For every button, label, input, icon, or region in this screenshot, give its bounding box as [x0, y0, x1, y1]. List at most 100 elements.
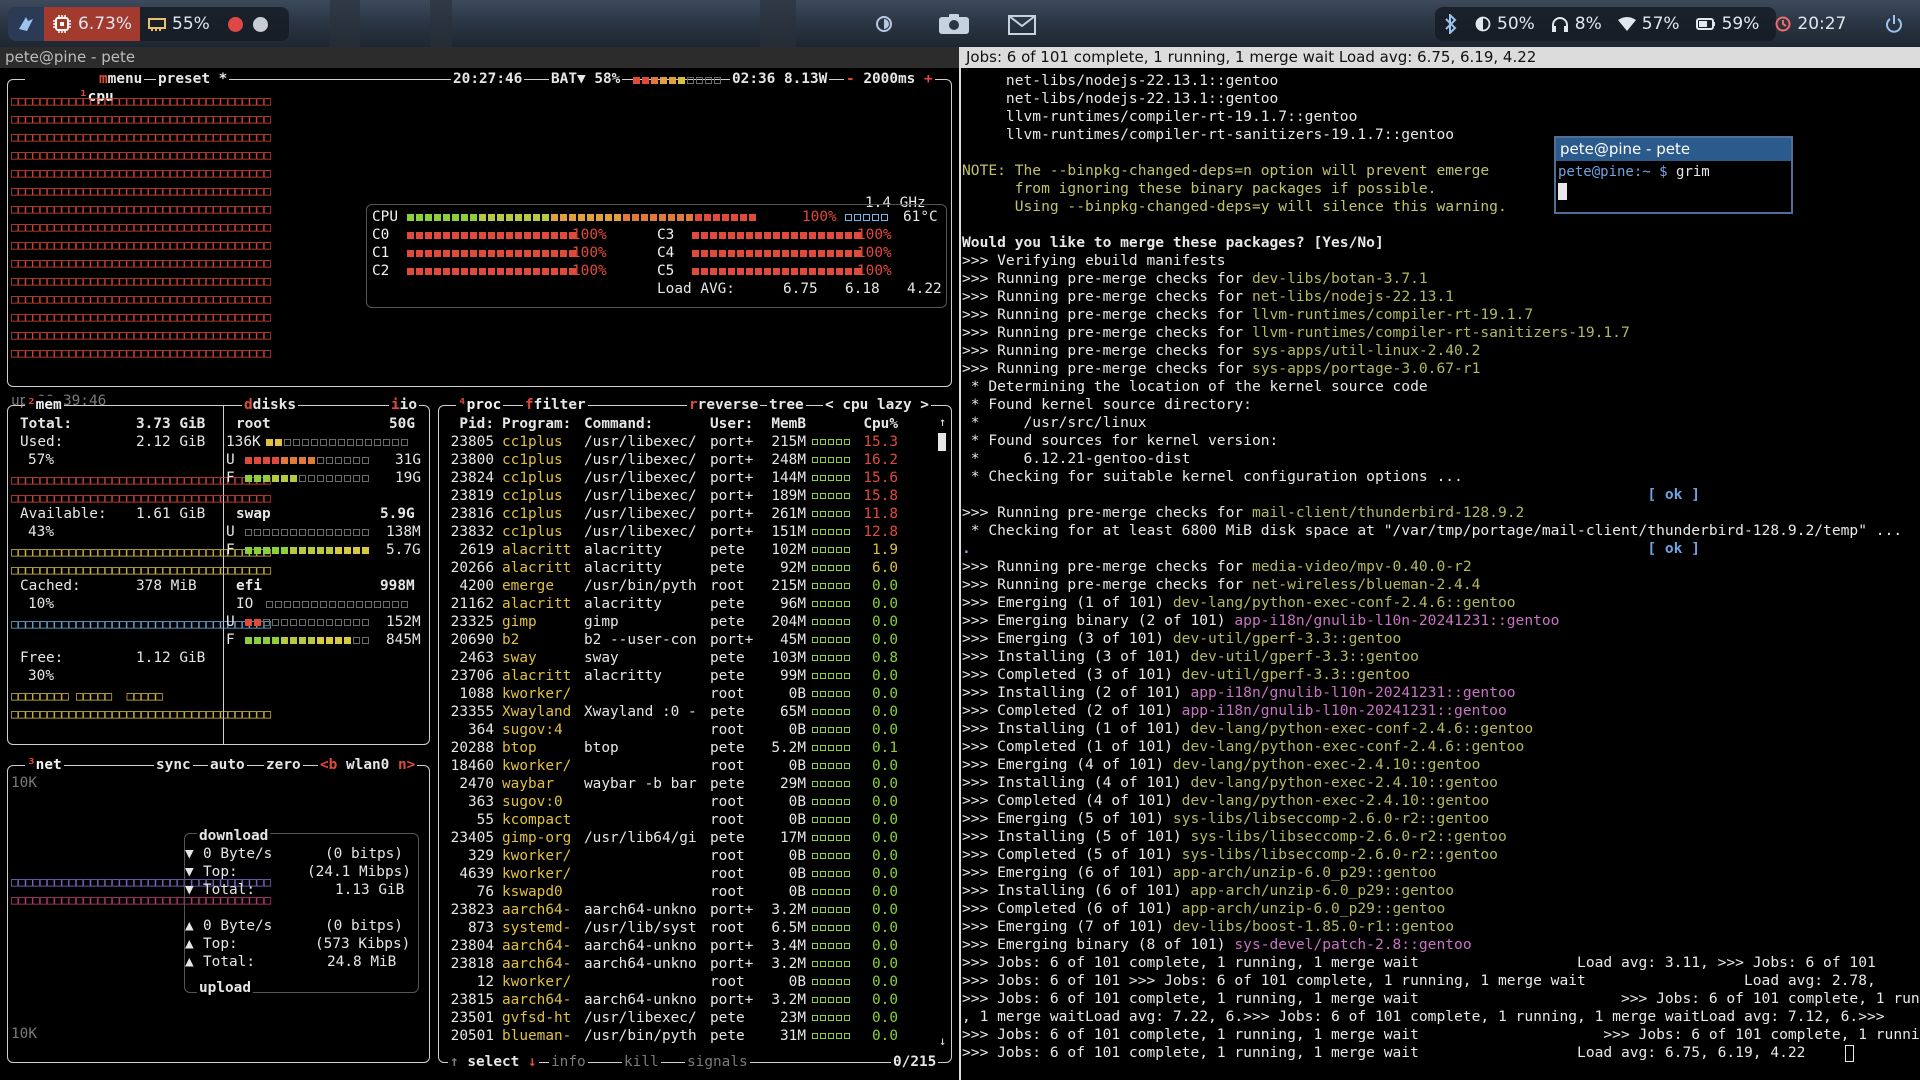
- meter-cell: [820, 493, 826, 499]
- disks-tab[interactable]: ddisks: [242, 396, 298, 414]
- proc-reverse-toggle[interactable]: rreverse: [687, 396, 761, 414]
- table-row[interactable]: 23405 gimp-org/usr/lib64/gi pete 17M 0.0: [444, 829, 898, 847]
- table-row[interactable]: 364 sugov:4 root 0B 0.0: [444, 721, 898, 739]
- table-row[interactable]: 23832 cc1plus/usr/libexec/port+ 151M 12.8: [444, 523, 898, 541]
- cpu-module[interactable]: 6.73%: [44, 7, 141, 41]
- table-row[interactable]: 2463 sway sway pete 103M 0.8: [444, 649, 898, 667]
- table-row[interactable]: 20266 alacritt alacritty pete 92M 6.0: [444, 559, 898, 577]
- table-row[interactable]: 363 sugov:0 root 0B 0.0: [444, 793, 898, 811]
- table-row[interactable]: 23819 cc1plus/usr/libexec/port+ 189M 15.8: [444, 487, 898, 505]
- meter-cell: [293, 600, 300, 608]
- col-command[interactable]: Command:: [584, 415, 710, 433]
- table-row[interactable]: 18460 kworker/root 0B 0.0: [444, 757, 898, 775]
- proc-filter[interactable]: ffilter: [523, 396, 588, 414]
- launcher-button[interactable]: [8, 7, 44, 41]
- table-row[interactable]: 2619 alacritt alacritty pete 102M 1.9: [444, 541, 898, 559]
- table-row[interactable]: 21162 alacritt alacritty pete 96M 0.0: [444, 595, 898, 613]
- proc-scrollbar[interactable]: [938, 433, 946, 451]
- table-row[interactable]: 23805 cc1plus/usr/libexec/port+ 215M 15.3: [444, 433, 898, 451]
- net-sync-toggle[interactable]: sync: [154, 756, 193, 774]
- table-row[interactable]: 23325 gimp gimp pete 204M 0.0: [444, 613, 898, 631]
- net-zero-toggle[interactable]: zero: [264, 756, 303, 774]
- preset-tab[interactable]: preset *: [156, 70, 230, 88]
- table-row[interactable]: 55 kcompact root 0B 0.0: [444, 811, 898, 829]
- proc-pid: 23832: [450, 524, 494, 540]
- net-auto-toggle[interactable]: auto: [208, 756, 247, 774]
- table-row[interactable]: 20690 b2 b2 --user-con port+ 45M 0.0: [444, 631, 898, 649]
- terminal-cursor: [1845, 1045, 1854, 1062]
- menu-tab[interactable]: mmenu: [97, 70, 145, 88]
- table-row[interactable]: 23800 cc1plus/usr/libexec/port+ 248M 16.2: [444, 451, 898, 469]
- col-pid[interactable]: Pid:: [444, 415, 502, 433]
- net-tab[interactable]: net: [36, 757, 62, 773]
- table-row[interactable]: 23804 aarch64- aarch64-unkno port+ 3.4M 0.0: [444, 937, 898, 955]
- net-prev-iface[interactable]: <b: [320, 757, 337, 773]
- power-icon[interactable]: [1884, 14, 1904, 34]
- table-row[interactable]: 12 kworker/root 0B 0.0: [444, 973, 898, 991]
- idle-inhibitor-icon[interactable]: [875, 15, 893, 33]
- table-row[interactable]: 23823 aarch64- aarch64-unkno port+ 3.2M 0.0: [444, 901, 898, 919]
- net-auto-label: auto: [210, 757, 245, 773]
- meter-cell: [820, 745, 826, 751]
- screenshot-icon[interactable]: [938, 13, 970, 35]
- mem-tab[interactable]: mem: [36, 397, 62, 413]
- table-row[interactable]: 23815 aarch64- aarch64-unkno port+ 3.2M 0.0: [444, 991, 898, 1009]
- proc-sort-selector[interactable]: < cpu lazy >: [823, 396, 931, 414]
- net-iface-selector[interactable]: <b wlan0 n>: [318, 756, 418, 774]
- table-row[interactable]: 2470 waybar waybar -b bar pete 29M 0.0: [444, 775, 898, 793]
- proc-footer-info[interactable]: info: [549, 1053, 588, 1071]
- proc-cpu: 0.0: [872, 884, 898, 900]
- col-program[interactable]: Program:: [502, 415, 584, 433]
- net-next-iface[interactable]: n>: [398, 757, 415, 773]
- table-row[interactable]: 1088 kworker/root 0B 0.0: [444, 685, 898, 703]
- wallpaper-strip: [430, 0, 452, 49]
- floating-terminal-line[interactable]: pete@pine:~ $ grim: [1558, 163, 1710, 181]
- table-row[interactable]: 23818 aarch64- aarch64-unkno port+ 3.2M 0.0: [444, 955, 898, 973]
- table-row[interactable]: 23355 Xwayland Xwayland :0 - pete 65M 0.0: [444, 703, 898, 721]
- proc-tab[interactable]: proc: [467, 397, 502, 413]
- memory-module[interactable]: 55%: [140, 7, 218, 41]
- meter-cell: [533, 213, 540, 221]
- interval-increase[interactable]: +: [924, 71, 933, 87]
- col-cpu[interactable]: Cpu%: [858, 415, 898, 433]
- package-name: dev-lang/python-exec-conf-2.4.6::gentoo: [1172, 594, 1516, 611]
- table-row[interactable]: 20501 blueman- /usr/bin/pyth pete 31M 0.0: [444, 1027, 898, 1045]
- clock-module[interactable]: 20:27: [1767, 7, 1854, 41]
- proc-footer-kill[interactable]: kill: [622, 1053, 661, 1071]
- table-row[interactable]: 23706 alacritt alacritty pete 99M 0.0: [444, 667, 898, 685]
- meter-cell: [782, 231, 789, 239]
- proc-footer-signals[interactable]: signals: [685, 1053, 750, 1071]
- core-pct: 100%: [572, 227, 607, 243]
- floating-terminal[interactable]: pete@pine - pete pete@pine:~ $ grim: [1554, 136, 1793, 214]
- table-row[interactable]: 76 kswapd0 root 0B 0.0: [444, 883, 898, 901]
- table-row[interactable]: 329 kworker/root 0B 0.0: [444, 847, 898, 865]
- wifi-module[interactable]: 57%: [1610, 7, 1688, 41]
- recording-dot-icon[interactable]: [227, 16, 243, 32]
- table-row[interactable]: 4200 emerge/usr/bin/pyth root 215M 0.0: [444, 577, 898, 595]
- battery-module[interactable]: 59%: [1688, 7, 1768, 41]
- table-row[interactable]: 23824 cc1plus/usr/libexec/port+ 144M 15.6: [444, 469, 898, 487]
- table-row[interactable]: 4639 kworker/root 0B 0.0: [444, 865, 898, 883]
- btop-window[interactable]: pete@pine - pete ¹cpu mmenu preset * 20:…: [0, 47, 959, 1080]
- meter-cell: [347, 600, 354, 608]
- table-row[interactable]: 23816 cc1plus/usr/libexec/port+ 261M 11.8: [444, 505, 898, 523]
- col-user[interactable]: User:: [710, 415, 762, 433]
- meter-cell: [263, 636, 270, 644]
- cpu-graph-row: □□□□□□□□□□□□□□□□□□□□□□□□□□□□□□□□□□□□: [11, 166, 272, 180]
- proc-scroll-down-icon[interactable]: ↓: [939, 1034, 946, 1048]
- idle-dot-icon[interactable]: [252, 16, 268, 32]
- mail-icon[interactable]: [1008, 15, 1036, 35]
- io-tab[interactable]: iio: [389, 396, 419, 414]
- table-row[interactable]: 873 systemd- /usr/lib/syst root 6.5M 0.0: [444, 919, 898, 937]
- proc-tree-toggle[interactable]: tree: [767, 396, 806, 414]
- table-row[interactable]: 20288 btop btop pete 5.2M 0.1: [444, 739, 898, 757]
- brightness-module[interactable]: 50%: [1467, 7, 1543, 41]
- interval-decrease[interactable]: -: [846, 71, 855, 87]
- proc-pid: 329: [468, 848, 494, 864]
- table-row[interactable]: 23501 gvfsd-ht/usr/libexec/pete 23M 0.0: [444, 1009, 898, 1027]
- col-memb[interactable]: MemB: [762, 415, 806, 433]
- volume-module[interactable]: 8%: [1543, 7, 1610, 41]
- proc-footer-select[interactable]: ↑ select ↓: [448, 1053, 539, 1071]
- bluetooth-module[interactable]: [1435, 7, 1467, 41]
- proc-scroll-up-icon[interactable]: ↑: [939, 415, 946, 429]
